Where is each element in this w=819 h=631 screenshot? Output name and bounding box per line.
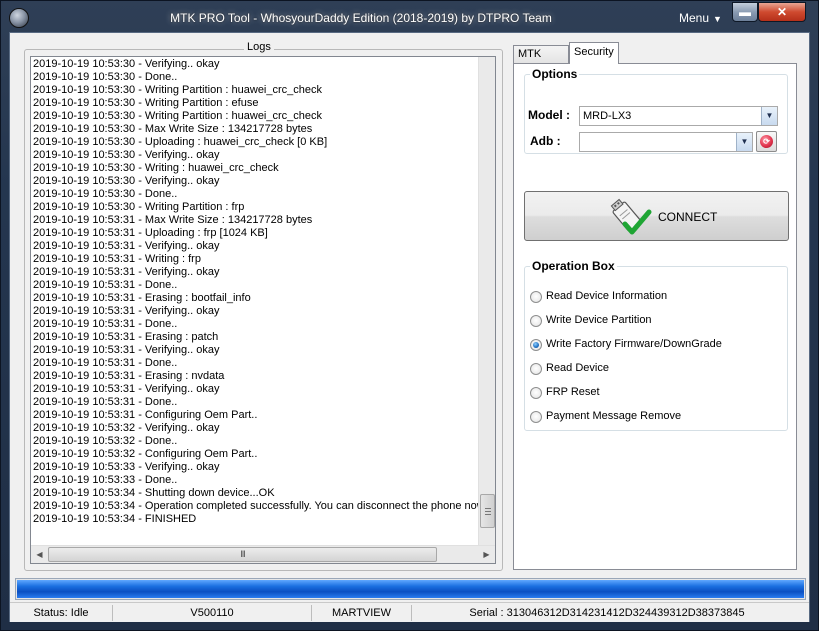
logs-horizontal-scrollbar[interactable]: ◀ III ▶ — [31, 545, 495, 563]
logs-caption: Logs — [244, 41, 274, 53]
log-line: 2019-10-19 10:53:30 - Done.. — [33, 188, 178, 200]
menu-label: Menu — [679, 11, 710, 25]
log-line: 2019-10-19 10:53:31 - Verifying.. okay — [33, 240, 220, 252]
operation-option-label: Read Device — [546, 362, 609, 374]
close-button[interactable]: ✕ — [758, 2, 806, 22]
log-line: 2019-10-19 10:53:31 - Writing : frp — [33, 253, 201, 265]
operation-option-label: Payment Message Remove — [546, 410, 682, 422]
log-line: 2019-10-19 10:53:31 - Erasing : nvdata — [33, 370, 225, 382]
log-line: 2019-10-19 10:53:30 - Uploading : huawei… — [33, 136, 328, 148]
chevron-down-icon[interactable]: ▼ — [761, 107, 777, 125]
log-line: 2019-10-19 10:53:34 - Operation complete… — [33, 500, 481, 512]
radio-button[interactable] — [530, 363, 542, 375]
log-line: 2019-10-19 10:53:34 - Shutting down devi… — [33, 487, 275, 499]
log-line: 2019-10-19 10:53:31 - Done.. — [33, 396, 178, 408]
model-combobox[interactable]: MRD-LX3 ▼ — [579, 106, 778, 126]
logs-textbox[interactable]: 2019-10-19 10:53:30 - Verifying.. okay 20… — [30, 56, 496, 564]
thumb-grip — [485, 508, 491, 509]
operation-option-label: Write Factory Firmware/DownGrade — [546, 338, 722, 350]
log-line: 2019-10-19 10:53:30 - Writing Partition … — [33, 97, 259, 109]
log-line: 2019-10-19 10:53:33 - Done.. — [33, 474, 178, 486]
radio-button[interactable] — [530, 411, 542, 423]
options-caption: Options — [530, 67, 580, 81]
log-line: 2019-10-19 10:53:34 - FINISHED — [33, 513, 197, 525]
security-tab-panel: Options Model : MRD-LX3 ▼ Adb : ▼ ⟳ CONN… — [513, 63, 797, 570]
log-line: 2019-10-19 10:53:30 - Max Write Size : 1… — [33, 123, 313, 135]
scroll-left-arrow-icon[interactable]: ◀ — [31, 546, 48, 563]
client-area: Logs 2019-10-19 10:53:30 - Verifying.. o… — [9, 32, 810, 622]
log-line: 2019-10-19 10:53:32 - Verifying.. okay — [33, 422, 220, 434]
logs-vertical-scrollbar[interactable] — [478, 57, 495, 546]
log-line: 2019-10-19 10:53:32 - Configuring Oem Pa… — [33, 448, 258, 460]
radio-button[interactable] — [530, 291, 542, 303]
progress-bar — [15, 578, 806, 600]
radio-button[interactable] — [530, 387, 542, 399]
status-serial: Serial : 313046312D314231412D324439312D3… — [469, 607, 745, 619]
operation-box-caption: Operation Box — [530, 259, 617, 273]
log-line: 2019-10-19 10:53:31 - Max Write Size : 1… — [33, 214, 313, 226]
log-line: 2019-10-19 10:53:31 - Verifying.. okay — [33, 305, 220, 317]
status-version: V500110 — [113, 605, 312, 621]
adb-label: Adb : — [530, 134, 561, 148]
window-title: MTK PRO Tool - WhosyourDaddy Edition (20… — [170, 11, 552, 25]
operation-option-label: Read Device Information — [546, 290, 668, 302]
right-panel: MTK Flash Security Options Model : MRD-L… — [511, 41, 799, 571]
log-line: 2019-10-19 10:53:30 - Writing Partition … — [33, 84, 323, 96]
scroll-right-arrow-icon[interactable]: ▶ — [478, 546, 495, 563]
usb-connect-check-icon — [610, 198, 652, 235]
log-line: 2019-10-19 10:53:31 - Done.. — [33, 318, 178, 330]
app-window: MTK PRO Tool - WhosyourDaddy Edition (20… — [0, 0, 819, 631]
model-value: MRD-LX3 — [583, 110, 632, 122]
log-line: 2019-10-19 10:53:31 - Erasing : bootfail… — [33, 292, 251, 304]
log-line: 2019-10-19 10:53:30 - Verifying.. okay — [33, 175, 220, 187]
log-line: 2019-10-19 10:53:31 - Verifying.. okay — [33, 266, 220, 278]
minimize-button[interactable]: ▬ — [732, 2, 758, 22]
adb-combobox[interactable]: ▼ — [579, 132, 753, 152]
log-line: 2019-10-19 10:53:31 - Done.. — [33, 279, 178, 291]
log-line: 2019-10-19 10:53:31 - Verifying.. okay — [33, 383, 220, 395]
model-label: Model : — [528, 108, 570, 122]
tab-security[interactable]: Security — [569, 42, 619, 64]
menu-button[interactable]: Menu ▼ — [679, 11, 722, 25]
adb-refresh-button[interactable]: ⟳ — [756, 131, 777, 152]
title-bar[interactable]: MTK PRO Tool - WhosyourDaddy Edition (20… — [1, 1, 818, 35]
status-bar: Status: Idle V500110 MARTVIEW Serial : 3… — [10, 602, 809, 622]
radio-button[interactable] — [530, 339, 542, 351]
log-line: 2019-10-19 10:53:30 - Verifying.. okay — [33, 149, 220, 161]
log-line: 2019-10-19 10:53:31 - Configuring Oem Pa… — [33, 409, 258, 421]
log-line: 2019-10-19 10:53:31 - Uploading : frp [1… — [33, 227, 268, 239]
thumb-grip — [485, 514, 491, 515]
log-line: 2019-10-19 10:53:30 - Writing : huawei_c… — [33, 162, 279, 174]
log-line: 2019-10-19 10:53:32 - Done.. — [33, 435, 178, 447]
operation-option-label: FRP Reset — [546, 386, 600, 398]
progress-fill — [17, 580, 804, 598]
log-line: 2019-10-19 10:53:30 - Writing Partition … — [33, 201, 245, 213]
log-lines: 2019-10-19 10:53:30 - Verifying.. okay 20… — [32, 58, 481, 544]
log-line: 2019-10-19 10:53:33 - Verifying.. okay — [33, 461, 220, 473]
log-line: 2019-10-19 10:53:30 - Writing Partition … — [33, 110, 323, 122]
thumb-grip — [485, 511, 491, 512]
radio-button[interactable] — [530, 315, 542, 327]
vertical-scroll-thumb[interactable] — [480, 494, 495, 528]
tab-strip: MTK Flash Security — [511, 41, 799, 77]
tab-mtk-flash[interactable]: MTK Flash — [513, 45, 569, 77]
chevron-down-icon: ▼ — [713, 14, 722, 24]
status-brand: MARTVIEW — [312, 605, 412, 621]
refresh-icon: ⟳ — [760, 135, 773, 148]
chevron-down-icon[interactable]: ▼ — [736, 133, 752, 151]
connect-button[interactable]: CONNECT — [524, 191, 789, 241]
operation-option-label: Write Device Partition — [546, 314, 652, 326]
log-line: 2019-10-19 10:53:31 - Done.. — [33, 357, 178, 369]
log-line: 2019-10-19 10:53:31 - Verifying.. okay — [33, 344, 220, 356]
status-state: Status: Idle — [10, 605, 113, 621]
log-line: 2019-10-19 10:53:30 - Done.. — [33, 71, 178, 83]
log-line: 2019-10-19 10:53:30 - Verifying.. okay — [33, 58, 220, 70]
log-line: 2019-10-19 10:53:31 - Erasing : patch — [33, 331, 219, 343]
connect-label: CONNECT — [658, 210, 718, 224]
horizontal-scroll-thumb[interactable]: III — [48, 547, 437, 562]
